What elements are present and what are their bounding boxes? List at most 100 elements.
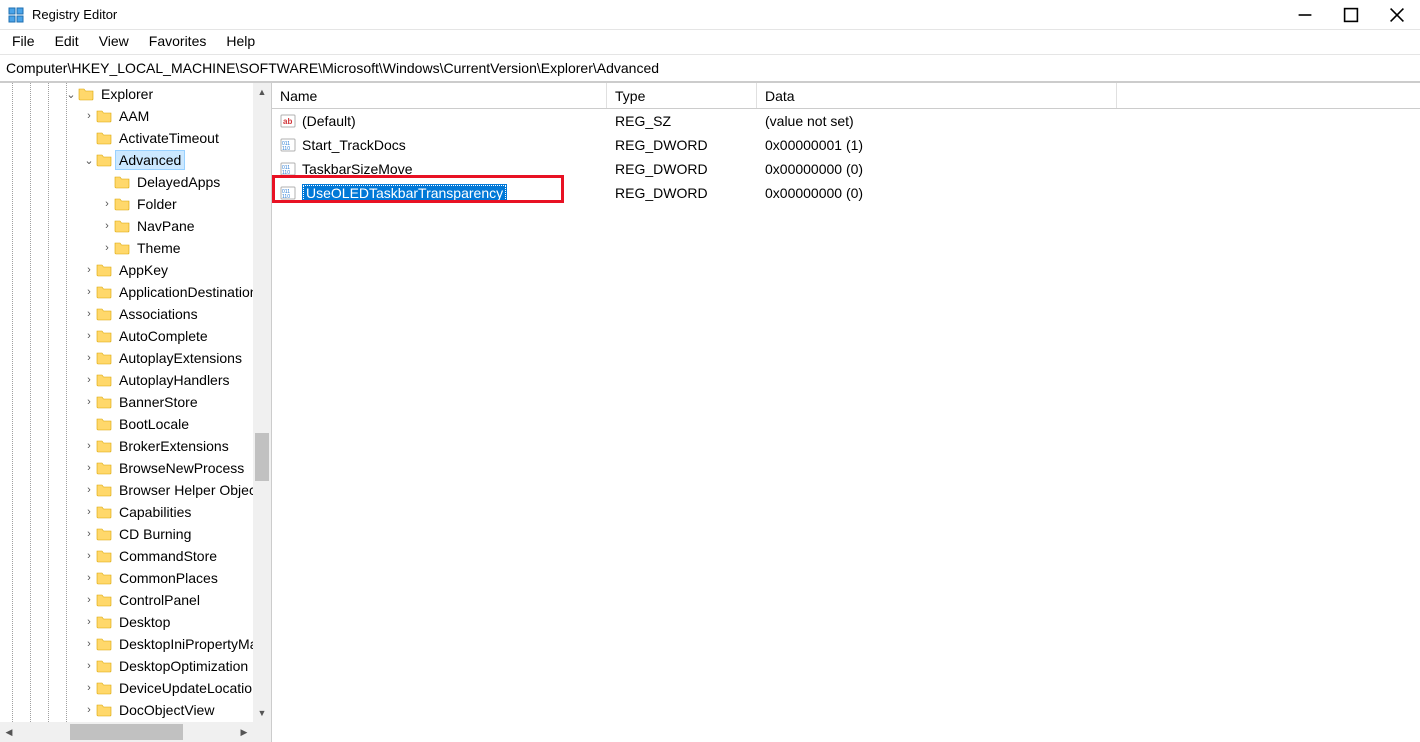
folder-icon xyxy=(96,680,112,696)
tree-vscroll-thumb[interactable] xyxy=(255,433,269,481)
value-data: 0x00000001 (1) xyxy=(757,133,1420,157)
expand-icon[interactable]: › xyxy=(82,616,96,628)
expand-icon[interactable]: › xyxy=(82,594,96,606)
tree-node[interactable]: ›DeviceUpdateLocations xyxy=(0,677,253,699)
tree-node[interactable]: DelayedApps xyxy=(0,171,253,193)
tree-node[interactable]: ›CommonPlaces xyxy=(0,567,253,589)
tree-node[interactable]: ›CD Burning xyxy=(0,523,253,545)
value-row[interactable]: UseOLEDTaskbarTransparencyREG_DWORD0x000… xyxy=(272,181,1420,205)
value-name: UseOLEDTaskbarTransparency xyxy=(302,184,507,202)
folder-icon xyxy=(96,372,112,388)
collapse-icon[interactable]: ⌄ xyxy=(82,154,96,167)
tree-node-label: AAM xyxy=(116,107,152,125)
address-bar[interactable]: Computer\HKEY_LOCAL_MACHINE\SOFTWARE\Mic… xyxy=(0,55,1420,83)
tree-vertical-scrollbar[interactable]: ▲ ▼ xyxy=(253,83,271,722)
tree-hscroll-thumb[interactable] xyxy=(70,724,183,740)
tree-node[interactable]: ›DocObjectView xyxy=(0,699,253,721)
tree-node[interactable]: ›BrowseNewProcess xyxy=(0,457,253,479)
tree-node[interactable]: ›ControlPanel xyxy=(0,589,253,611)
expand-icon[interactable]: › xyxy=(82,682,96,694)
column-header-name[interactable]: Name xyxy=(272,83,607,108)
tree-node[interactable]: ›AutoComplete xyxy=(0,325,253,347)
expand-icon[interactable]: › xyxy=(100,198,114,210)
expand-icon[interactable]: › xyxy=(82,550,96,562)
folder-icon xyxy=(96,328,112,344)
tree-node[interactable]: ›ApplicationDestinations xyxy=(0,281,253,303)
expand-icon[interactable]: › xyxy=(82,286,96,298)
expand-icon[interactable]: › xyxy=(82,374,96,386)
menu-edit[interactable]: Edit xyxy=(45,30,89,54)
column-header-type[interactable]: Type xyxy=(607,83,757,108)
column-header-data[interactable]: Data xyxy=(757,83,1117,108)
tree-node[interactable]: › AAM xyxy=(0,105,253,127)
tree-node[interactable]: ›DesktopIniPropertyMap xyxy=(0,633,253,655)
string-value-icon xyxy=(280,113,296,129)
regedit-icon xyxy=(8,7,24,23)
menu-favorites[interactable]: Favorites xyxy=(139,30,217,54)
expand-icon[interactable]: › xyxy=(82,704,96,716)
tree-node[interactable]: ›Browser Helper Objects xyxy=(0,479,253,501)
menu-help[interactable]: Help xyxy=(216,30,265,54)
close-button[interactable] xyxy=(1374,0,1420,30)
minimize-button[interactable] xyxy=(1282,0,1328,30)
folder-icon xyxy=(96,504,112,520)
value-type: REG_DWORD xyxy=(607,157,757,181)
values-list[interactable]: (Default)REG_SZ(value not set)Start_Trac… xyxy=(272,109,1420,205)
tree-node[interactable]: ›Desktop xyxy=(0,611,253,633)
expand-icon[interactable]: › xyxy=(82,484,96,496)
value-row[interactable]: Start_TrackDocsREG_DWORD0x00000001 (1) xyxy=(272,133,1420,157)
expand-icon[interactable]: › xyxy=(82,528,96,540)
tree-node[interactable]: ›Capabilities xyxy=(0,501,253,523)
menu-view[interactable]: View xyxy=(89,30,139,54)
tree-node[interactable]: ›NavPane xyxy=(0,215,253,237)
tree-horizontal-scrollbar[interactable]: ◀ ▶ xyxy=(0,722,253,742)
expand-icon[interactable]: › xyxy=(82,572,96,584)
tree-node[interactable]: ›BannerStore xyxy=(0,391,253,413)
value-row[interactable]: TaskbarSizeMoveREG_DWORD0x00000000 (0) xyxy=(272,157,1420,181)
tree-node[interactable]: ›Associations xyxy=(0,303,253,325)
value-row[interactable]: (Default)REG_SZ(value not set) xyxy=(272,109,1420,133)
expand-icon[interactable]: › xyxy=(82,110,96,122)
tree-node[interactable]: ›CommandStore xyxy=(0,545,253,567)
folder-icon xyxy=(114,218,130,234)
tree-node[interactable]: ›AutoplayHandlers xyxy=(0,369,253,391)
expand-icon[interactable]: › xyxy=(82,308,96,320)
tree-node[interactable]: ⌄Advanced xyxy=(0,149,253,171)
binary-value-icon xyxy=(280,161,296,177)
expand-icon[interactable]: › xyxy=(82,396,96,408)
maximize-button[interactable] xyxy=(1328,0,1374,30)
tree-node[interactable]: BootLocale xyxy=(0,413,253,435)
folder-icon xyxy=(114,174,130,190)
tree-node[interactable]: ›Theme xyxy=(0,237,253,259)
expand-icon[interactable]: › xyxy=(82,638,96,650)
expand-icon[interactable]: › xyxy=(82,440,96,452)
expand-icon[interactable]: › xyxy=(82,264,96,276)
expand-icon[interactable]: › xyxy=(82,506,96,518)
folder-icon xyxy=(96,548,112,564)
tree-node[interactable]: › DesktopOptimization xyxy=(0,655,253,677)
scroll-left-icon[interactable]: ◀ xyxy=(0,722,18,742)
tree-node-label: DesktopOptimization xyxy=(116,657,251,675)
expand-icon[interactable]: › xyxy=(82,352,96,364)
scroll-right-icon[interactable]: ▶ xyxy=(235,722,253,742)
folder-icon xyxy=(96,570,112,586)
scroll-up-icon[interactable]: ▲ xyxy=(253,83,271,101)
tree-node[interactable]: ›BrokerExtensions xyxy=(0,435,253,457)
expand-icon[interactable]: › xyxy=(82,330,96,342)
tree-node[interactable]: ›AutoplayExtensions xyxy=(0,347,253,369)
tree-node[interactable]: ›AppKey xyxy=(0,259,253,281)
tree-node[interactable]: ⌄ Explorer xyxy=(0,83,253,105)
expand-icon[interactable]: › xyxy=(100,242,114,254)
expand-icon[interactable]: › xyxy=(82,462,96,474)
menu-file[interactable]: File xyxy=(2,30,45,54)
tree-node[interactable]: ›Folder xyxy=(0,193,253,215)
collapse-icon[interactable]: ⌄ xyxy=(64,88,78,101)
scroll-down-icon[interactable]: ▼ xyxy=(253,704,271,722)
tree-node-label: Explorer xyxy=(98,85,156,103)
tree-node[interactable]: ActivateTimeout xyxy=(0,127,253,149)
folder-icon xyxy=(114,240,130,256)
expand-icon[interactable]: › xyxy=(82,660,96,672)
expand-icon[interactable]: › xyxy=(100,220,114,232)
value-type: REG_DWORD xyxy=(607,181,757,205)
registry-tree[interactable]: ⌄Explorer›AAMActivateTimeout⌄AdvancedDel… xyxy=(0,83,253,721)
